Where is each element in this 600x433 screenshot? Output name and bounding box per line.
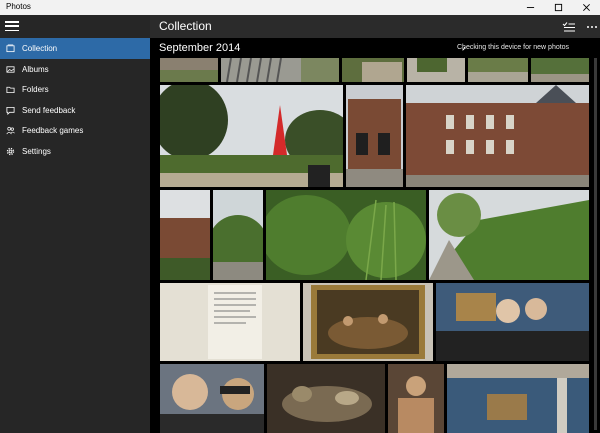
photo-thumbnail[interactable]	[468, 58, 528, 82]
hamburger-line	[5, 29, 19, 31]
photo-thumbnail[interactable]	[267, 364, 385, 433]
sidebar-item-settings[interactable]: Settings	[0, 141, 150, 162]
hamburger-menu-button[interactable]	[4, 19, 20, 33]
gear-icon	[6, 147, 15, 156]
close-button[interactable]	[572, 0, 600, 15]
photo-thumbnail[interactable]	[160, 190, 210, 280]
status-text: Checking this device for new photos	[457, 44, 570, 51]
select-button[interactable]	[562, 20, 576, 32]
sidebar-item-label: Settings	[22, 146, 51, 156]
sidebar-item-feedback-games[interactable]: Feedback games	[0, 120, 150, 141]
scrollbar[interactable]	[594, 58, 597, 430]
photo-thumbnail[interactable]	[160, 364, 264, 433]
photo-thumbnail[interactable]	[160, 58, 218, 82]
photo-collection: September 2014 Checking this device for …	[150, 38, 600, 433]
maximize-button[interactable]	[544, 0, 572, 15]
sidebar-item-albums[interactable]: Albums	[0, 59, 150, 80]
albums-icon	[6, 65, 15, 74]
sidebar-item-label: Feedback games	[22, 126, 84, 135]
photo-thumbnail[interactable]	[407, 58, 465, 82]
hamburger-line	[5, 25, 19, 27]
photo-thumbnail[interactable]	[221, 58, 339, 82]
sidebar-nav: Collection Albums Folders Send feedback …	[0, 38, 150, 161]
more-options-button[interactable]	[585, 20, 599, 32]
collection-icon	[6, 44, 15, 53]
photo-thumbnail[interactable]	[266, 190, 426, 280]
title-bar: Photos	[0, 0, 600, 15]
photo-thumbnail[interactable]	[406, 85, 589, 187]
sidebar-item-collection[interactable]: Collection	[0, 38, 150, 59]
photo-thumbnail[interactable]	[388, 364, 444, 433]
minimize-button[interactable]	[516, 0, 544, 15]
photo-thumbnail[interactable]	[213, 190, 263, 280]
maximize-icon	[554, 3, 562, 12]
section-date-title: September 2014	[159, 42, 241, 54]
sidebar-item-send-feedback[interactable]: Send feedback	[0, 100, 150, 121]
app-title: Photos	[6, 2, 31, 11]
folder-icon	[6, 85, 15, 94]
sidebar-item-label: Collection	[22, 44, 58, 53]
close-icon	[582, 4, 590, 11]
photo-thumbnail[interactable]	[447, 364, 589, 433]
photo-thumbnail[interactable]	[160, 85, 343, 187]
main-header: Collection	[150, 15, 600, 38]
page-title: Collection	[159, 19, 212, 33]
sidebar: Collection Albums Folders Send feedback …	[0, 15, 150, 433]
more-icon	[587, 26, 597, 28]
hamburger-line	[5, 21, 19, 23]
photo-thumbnail[interactable]	[346, 85, 403, 187]
sidebar-item-folders[interactable]: Folders	[0, 79, 150, 100]
photo-thumbnail[interactable]	[429, 190, 589, 280]
photo-thumbnail[interactable]	[342, 58, 404, 82]
feedback-icon	[6, 106, 15, 115]
sidebar-item-label: Send feedback	[22, 105, 76, 115]
photo-thumbnail[interactable]	[436, 283, 589, 361]
photo-thumbnail[interactable]	[531, 58, 589, 82]
people-icon	[6, 126, 15, 135]
photo-thumbnail[interactable]	[160, 283, 300, 361]
minimize-icon	[526, 7, 534, 8]
sidebar-item-label: Albums	[22, 64, 49, 74]
sidebar-item-label: Folders	[22, 85, 49, 94]
photo-thumbnail[interactable]	[303, 283, 433, 361]
select-list-icon	[562, 22, 575, 32]
